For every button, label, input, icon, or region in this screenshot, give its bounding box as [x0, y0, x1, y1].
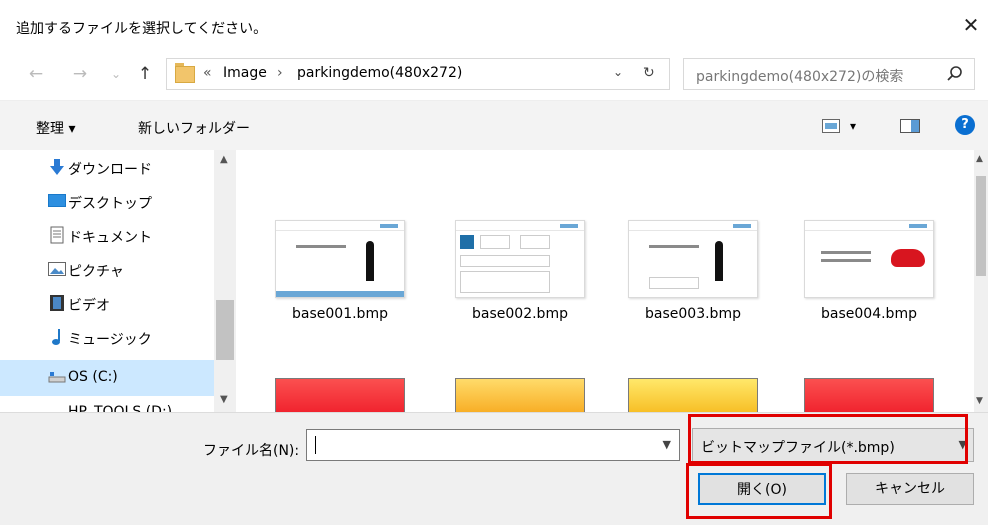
sidebar-item-desktop[interactable]: デスクトップ: [0, 184, 214, 220]
preview-pane-icon[interactable]: [900, 119, 920, 133]
breadcrumb-image[interactable]: Image: [223, 65, 267, 81]
up-arrow-icon[interactable]: ↑: [134, 63, 156, 85]
filename-input[interactable]: ▼: [306, 429, 680, 461]
video-icon: [50, 295, 64, 311]
view-dropdown-icon[interactable]: ▾: [850, 119, 856, 133]
filename-dropdown-icon[interactable]: ▼: [663, 438, 671, 451]
address-dropdown-icon[interactable]: ⌄: [613, 65, 623, 79]
text-caret: [315, 436, 316, 454]
desktop-icon: [48, 194, 66, 207]
sidebar-item-videos[interactable]: ビデオ: [0, 286, 214, 322]
view-options-icon[interactable]: [822, 119, 840, 133]
command-toolbar: 整理 ▾ 新しいフォルダー ▾ ?: [0, 100, 988, 150]
sidebar-item-label: ダウンロード: [68, 162, 152, 178]
sidebar-item-label: ミュージック: [68, 332, 152, 348]
breadcrumb-overflow[interactable]: «: [203, 65, 212, 81]
scrollbar-thumb[interactable]: [216, 300, 234, 360]
thumbnail-yellow-button[interactable]: [628, 378, 758, 412]
search-placeholder: parkingdemo(480x272)の検索: [696, 69, 904, 85]
sidebar-item-documents[interactable]: ドキュメント: [0, 218, 214, 254]
sidebar-item-hp-tools[interactable]: HP_TOOLS (D:): [0, 398, 214, 412]
forward-arrow-icon[interactable]: →: [68, 63, 92, 85]
breadcrumb-parkingdemo[interactable]: parkingdemo(480x272): [297, 65, 462, 81]
sidebar-item-pictures[interactable]: ピクチャ: [0, 252, 214, 288]
thumbnail-base002[interactable]: [455, 220, 585, 298]
address-bar[interactable]: « Image › parkingdemo(480x272) ⌄ ↻: [166, 58, 670, 90]
pictures-icon: [48, 262, 66, 276]
back-arrow-icon[interactable]: ←: [24, 63, 48, 85]
sidebar-item-os-c[interactable]: OS (C:): [0, 360, 214, 396]
file-name[interactable]: base004.bmp: [784, 306, 954, 322]
document-icon: [50, 226, 64, 244]
thumbnail-red-button[interactable]: [804, 378, 934, 412]
recent-locations-icon[interactable]: ⌄: [108, 63, 124, 85]
music-icon: [52, 329, 60, 345]
thumbnail-red-button[interactable]: [275, 378, 405, 412]
close-icon[interactable]: ✕: [960, 14, 982, 36]
title-bar: 追加するファイルを選択してください。 ✕: [0, 0, 988, 50]
sidebar-item-downloads[interactable]: ダウンロード: [0, 150, 214, 186]
search-icon[interactable]: [946, 65, 964, 83]
file-name[interactable]: base002.bmp: [435, 306, 605, 322]
file-name[interactable]: base003.bmp: [608, 306, 778, 322]
sidebar-item-label: OS (C:): [68, 369, 118, 385]
folder-icon: [175, 63, 195, 83]
breadcrumb-separator: ›: [277, 65, 283, 81]
download-icon: [50, 159, 64, 175]
sidebar-item-music[interactable]: ミュージック: [0, 320, 214, 356]
cancel-button[interactable]: キャンセル: [846, 473, 974, 505]
file-list: base001.bmp base002.bmp base003.bmp base…: [238, 150, 974, 412]
highlight-box-filter: [688, 414, 968, 464]
drive-icon: [48, 372, 66, 383]
refresh-icon[interactable]: ↻: [643, 65, 655, 81]
sidebar-item-label: デスクトップ: [68, 196, 152, 212]
thumbnail-base004[interactable]: [804, 220, 934, 298]
file-list-scrollbar[interactable]: ▲ ▼: [974, 150, 988, 412]
thumbnail-base001[interactable]: [275, 220, 405, 298]
help-icon[interactable]: ?: [955, 115, 975, 135]
organize-button[interactable]: 整理 ▾: [36, 118, 75, 138]
thumbnail-orange-button[interactable]: [455, 378, 585, 412]
thumbnail-base003[interactable]: [628, 220, 758, 298]
window-title: 追加するファイルを選択してください。: [16, 21, 268, 37]
scroll-down-icon[interactable]: ▼: [220, 394, 228, 405]
sidebar-item-label: ビデオ: [68, 298, 110, 314]
navigation-pane: ダウンロード デスクトップ ドキュメント ピクチャ ビデオ ミュージック OS …: [0, 150, 236, 412]
file-name[interactable]: base001.bmp: [255, 306, 425, 322]
scroll-up-icon[interactable]: ▲: [220, 154, 228, 165]
search-box[interactable]: parkingdemo(480x272)の検索: [683, 58, 975, 90]
sidebar-item-label: HP_TOOLS (D:): [68, 404, 173, 412]
scroll-up-icon[interactable]: ▲: [976, 154, 983, 164]
highlight-box-open: [686, 463, 832, 519]
sidebar-item-label: ピクチャ: [68, 264, 124, 280]
sidebar-item-label: ドキュメント: [68, 230, 152, 246]
new-folder-button[interactable]: 新しいフォルダー: [138, 118, 250, 138]
filename-label: ファイル名(N):: [203, 443, 300, 459]
scrollbar-thumb[interactable]: [976, 176, 986, 276]
sidebar-scrollbar[interactable]: ▲ ▼: [214, 150, 236, 412]
scroll-down-icon[interactable]: ▼: [976, 396, 983, 406]
